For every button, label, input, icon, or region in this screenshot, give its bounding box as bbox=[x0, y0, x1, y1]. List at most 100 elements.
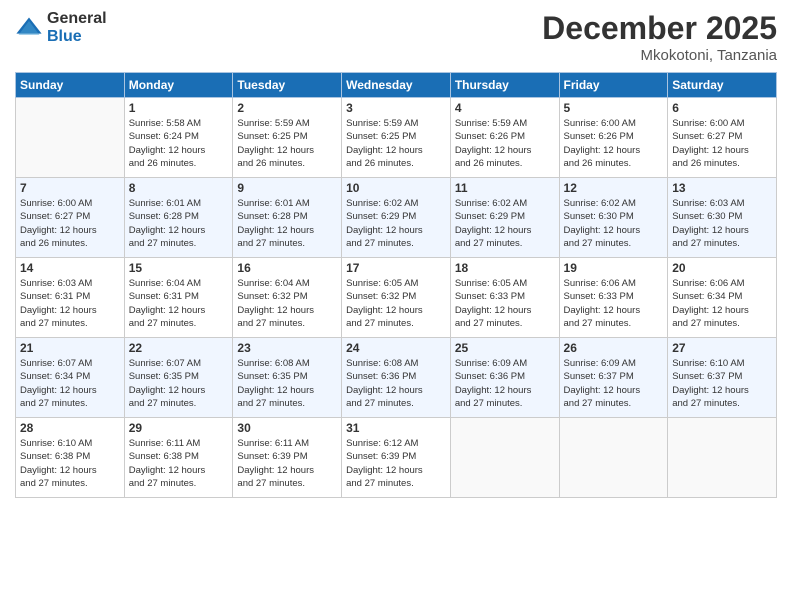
daylight-text-2: and 26 minutes. bbox=[20, 237, 120, 250]
sunrise-text: Sunrise: 6:05 AM bbox=[455, 277, 555, 290]
table-row: 16Sunrise: 6:04 AMSunset: 6:32 PMDayligh… bbox=[233, 258, 342, 338]
sunset-text: Sunset: 6:34 PM bbox=[20, 370, 120, 383]
table-row: 26Sunrise: 6:09 AMSunset: 6:37 PMDayligh… bbox=[559, 338, 668, 418]
table-row bbox=[668, 418, 777, 498]
day-number: 26 bbox=[564, 341, 664, 355]
day-number: 2 bbox=[237, 101, 337, 115]
daylight-text: Daylight: 12 hours bbox=[455, 224, 555, 237]
logo-text: General Blue bbox=[47, 10, 107, 45]
sunset-text: Sunset: 6:28 PM bbox=[237, 210, 337, 223]
col-sunday: Sunday bbox=[16, 73, 125, 98]
sunset-text: Sunset: 6:30 PM bbox=[564, 210, 664, 223]
daylight-text: Daylight: 12 hours bbox=[672, 384, 772, 397]
col-saturday: Saturday bbox=[668, 73, 777, 98]
daylight-text: Daylight: 12 hours bbox=[129, 224, 229, 237]
daylight-text: Daylight: 12 hours bbox=[346, 304, 446, 317]
day-number: 16 bbox=[237, 261, 337, 275]
cell-info: Sunrise: 6:04 AMSunset: 6:31 PMDaylight:… bbox=[129, 277, 229, 330]
cell-info: Sunrise: 6:09 AMSunset: 6:36 PMDaylight:… bbox=[455, 357, 555, 410]
cell-info: Sunrise: 6:11 AMSunset: 6:39 PMDaylight:… bbox=[237, 437, 337, 490]
sunset-text: Sunset: 6:39 PM bbox=[346, 450, 446, 463]
daylight-text-2: and 27 minutes. bbox=[129, 317, 229, 330]
table-row: 27Sunrise: 6:10 AMSunset: 6:37 PMDayligh… bbox=[668, 338, 777, 418]
col-monday: Monday bbox=[124, 73, 233, 98]
cell-info: Sunrise: 6:08 AMSunset: 6:35 PMDaylight:… bbox=[237, 357, 337, 410]
sunset-text: Sunset: 6:36 PM bbox=[346, 370, 446, 383]
table-row: 12Sunrise: 6:02 AMSunset: 6:30 PMDayligh… bbox=[559, 178, 668, 258]
daylight-text-2: and 27 minutes. bbox=[129, 397, 229, 410]
daylight-text: Daylight: 12 hours bbox=[20, 304, 120, 317]
header: General Blue December 2025 Mkokotoni, Ta… bbox=[15, 10, 777, 64]
table-row: 6Sunrise: 6:00 AMSunset: 6:27 PMDaylight… bbox=[668, 98, 777, 178]
table-row: 29Sunrise: 6:11 AMSunset: 6:38 PMDayligh… bbox=[124, 418, 233, 498]
sunrise-text: Sunrise: 6:00 AM bbox=[672, 117, 772, 130]
daylight-text: Daylight: 12 hours bbox=[129, 464, 229, 477]
day-number: 9 bbox=[237, 181, 337, 195]
col-tuesday: Tuesday bbox=[233, 73, 342, 98]
daylight-text-2: and 27 minutes. bbox=[672, 237, 772, 250]
calendar-week-row: 7Sunrise: 6:00 AMSunset: 6:27 PMDaylight… bbox=[16, 178, 777, 258]
table-row: 25 Sunrise: 6:09 AMSunset: 6:36 PMDayligh… bbox=[450, 338, 559, 418]
daylight-text-2: and 27 minutes. bbox=[237, 477, 337, 490]
logo-general-text: General bbox=[47, 10, 107, 28]
sunset-text: Sunset: 6:27 PM bbox=[20, 210, 120, 223]
day-number: 6 bbox=[672, 101, 772, 115]
daylight-text: Daylight: 12 hours bbox=[346, 224, 446, 237]
day-number: 8 bbox=[129, 181, 229, 195]
daylight-text: Daylight: 12 hours bbox=[564, 304, 664, 317]
sunrise-text: Sunrise: 6:06 AM bbox=[672, 277, 772, 290]
day-number: 5 bbox=[564, 101, 664, 115]
sunrise-text: Sunrise: 5:59 AM bbox=[346, 117, 446, 130]
calendar-week-row: 14Sunrise: 6:03 AMSunset: 6:31 PMDayligh… bbox=[16, 258, 777, 338]
daylight-text: Daylight: 12 hours bbox=[20, 464, 120, 477]
day-number: 28 bbox=[20, 421, 120, 435]
day-number: 17 bbox=[346, 261, 446, 275]
calendar-header-row: Sunday Monday Tuesday Wednesday Thursday… bbox=[16, 73, 777, 98]
day-number: 3 bbox=[346, 101, 446, 115]
day-number: 14 bbox=[20, 261, 120, 275]
day-number: 24 bbox=[346, 341, 446, 355]
table-row: 28Sunrise: 6:10 AMSunset: 6:38 PMDayligh… bbox=[16, 418, 125, 498]
cell-info: Sunrise: 5:59 AMSunset: 6:25 PMDaylight:… bbox=[346, 117, 446, 170]
daylight-text: Daylight: 12 hours bbox=[455, 144, 555, 157]
day-number: 31 bbox=[346, 421, 446, 435]
day-number: 20 bbox=[672, 261, 772, 275]
daylight-text: Daylight: 12 hours bbox=[672, 224, 772, 237]
day-number: 13 bbox=[672, 181, 772, 195]
cell-info: Sunrise: 5:59 AMSunset: 6:26 PMDaylight:… bbox=[455, 117, 555, 170]
table-row: 15Sunrise: 6:04 AMSunset: 6:31 PMDayligh… bbox=[124, 258, 233, 338]
calendar-table: Sunday Monday Tuesday Wednesday Thursday… bbox=[15, 72, 777, 498]
daylight-text: Daylight: 12 hours bbox=[346, 384, 446, 397]
table-row: 21 Sunrise: 6:07 AMSunset: 6:34 PMDayligh… bbox=[16, 338, 125, 418]
day-number: 23 bbox=[237, 341, 337, 355]
day-number: 25 bbox=[455, 341, 555, 355]
cell-info: Sunrise: 6:00 AMSunset: 6:26 PMDaylight:… bbox=[564, 117, 664, 170]
logo-blue-text: Blue bbox=[47, 28, 107, 46]
daylight-text: Daylight: 12 hours bbox=[455, 304, 555, 317]
daylight-text-2: and 27 minutes. bbox=[129, 237, 229, 250]
calendar-week-row: 1Sunrise: 5:58 AMSunset: 6:24 PMDaylight… bbox=[16, 98, 777, 178]
sunset-text: Sunset: 6:32 PM bbox=[346, 290, 446, 303]
sunset-text: Sunset: 6:26 PM bbox=[455, 130, 555, 143]
calendar-week-row: 28Sunrise: 6:10 AMSunset: 6:38 PMDayligh… bbox=[16, 418, 777, 498]
daylight-text: Daylight: 12 hours bbox=[20, 384, 120, 397]
table-row: 17Sunrise: 6:05 AMSunset: 6:32 PMDayligh… bbox=[342, 258, 451, 338]
daylight-text-2: and 27 minutes. bbox=[20, 477, 120, 490]
cell-info: Sunrise: 6:10 AMSunset: 6:37 PMDaylight:… bbox=[672, 357, 772, 410]
sunrise-text: Sunrise: 6:02 AM bbox=[564, 197, 664, 210]
cell-info: Sunrise: 6:02 AMSunset: 6:29 PMDaylight:… bbox=[346, 197, 446, 250]
sunrise-text: Sunrise: 6:02 AM bbox=[346, 197, 446, 210]
daylight-text-2: and 27 minutes. bbox=[237, 317, 337, 330]
sunset-text: Sunset: 6:39 PM bbox=[237, 450, 337, 463]
day-number: 4 bbox=[455, 101, 555, 115]
table-row bbox=[450, 418, 559, 498]
cell-info: Sunrise: 6:07 AMSunset: 6:34 PMDaylight:… bbox=[20, 357, 120, 410]
daylight-text-2: and 27 minutes. bbox=[455, 237, 555, 250]
table-row bbox=[16, 98, 125, 178]
sunrise-text: Sunrise: 6:10 AM bbox=[672, 357, 772, 370]
day-number: 21 bbox=[20, 341, 120, 355]
table-row: 10Sunrise: 6:02 AMSunset: 6:29 PMDayligh… bbox=[342, 178, 451, 258]
daylight-text: Daylight: 12 hours bbox=[20, 224, 120, 237]
sunrise-text: Sunrise: 6:01 AM bbox=[237, 197, 337, 210]
daylight-text-2: and 27 minutes. bbox=[129, 477, 229, 490]
